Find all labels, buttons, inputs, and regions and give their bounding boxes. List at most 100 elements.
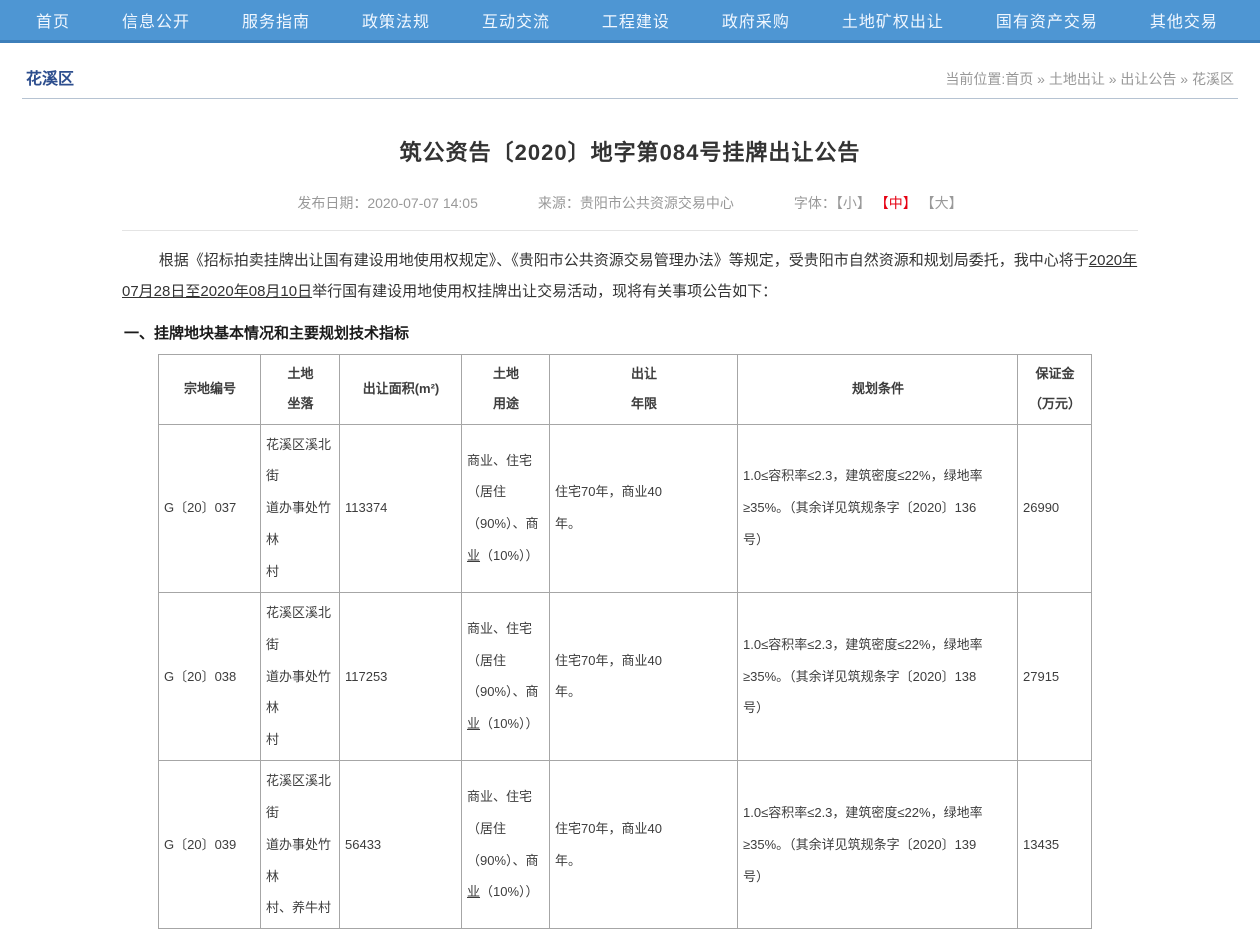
text-run: 举行国有建设用地使用权挂牌出让交易活动，现将有关事项公告如下： [312,283,777,300]
nav-item[interactable]: 首页 [36,8,70,32]
table-row: G〔20〕037 花溪区溪北街 道办事处竹林 村 113374 商业、住宅 （居住 （… [159,424,1092,592]
text-run: G〔20〕038 [164,669,236,684]
nav-item[interactable]: 工程建设 [602,8,670,32]
table-cell: G〔20〕037 [159,424,261,592]
column-header: 规划条件 [738,354,1018,424]
article-meta: 发布日期：2020-07-07 14:05 来源：贵阳市公共资源交易中心 字体：… [122,193,1138,231]
text-run: 住宅70年，商业40 年。 [555,821,662,868]
column-header: 土地 用途 [462,354,550,424]
source-value: 贵阳市公共资源交易中心 [580,195,734,211]
text-run: 花溪区溪北街 道办事处竹林 村 [266,605,331,747]
table-row: G〔20〕039 花溪区溪北街 道办事处竹林 村、养牛村 56433 商业、住宅 （居… [159,761,1092,929]
text-run: 商业、住宅 （居住 （90%）、商 [467,789,539,868]
table-cell: 113374 [340,424,462,592]
text-run: 1.0≤容积率≤2.3，建筑密度≤22%，绿地率 ≥35%。（其余详见筑规条字〔… [743,805,983,884]
text-run: 商业、住宅 （居住 （90%）、商 [467,453,539,532]
table-row: G〔20〕038 花溪区溪北街 道办事处竹林 村 117253 商业、住宅 （居住 （… [159,592,1092,760]
table-cell: 商业、住宅 （居住 （90%）、商 业（10%）） [462,424,550,592]
table-cell: 花溪区溪北街 道办事处竹林 村、养牛村 [261,761,340,929]
breadcrumb-bar: 花溪区 当前位置:首页 » 土地出让 » 出让公告 » 花溪区 [22,43,1238,99]
breadcrumb-link[interactable]: 土地出让 [1049,71,1105,87]
table-cell: 商业、住宅 （居住 （90%）、商 业（10%）） [462,761,550,929]
text-run: G〔20〕037 [164,500,236,515]
table-cell: 13435 [1018,761,1092,929]
text-run: 住宅70年，商业40 年。 [555,484,662,531]
column-header: 宗地编号 [159,354,261,424]
breadcrumb-separator: » [1105,71,1121,87]
table-cell: 花溪区溪北街 道办事处竹林 村 [261,592,340,760]
nav-item[interactable]: 信息公开 [122,8,190,32]
nav-items: 首页 信息公开 服务指南 政策法规 互动交流 工程建设 政府采购 土地矿权出让 国有资产交易 其他… [0,8,1260,32]
table-cell: 住宅70年，商业40 年。 [550,424,738,592]
text-run: 商业、住宅 （居住 （90%）、商 [467,621,539,700]
table-cell: 1.0≤容积率≤2.3，建筑密度≤22%，绿地率 ≥35%。（其余详见筑规条字〔… [738,592,1018,760]
region-title: 花溪区 [26,65,74,89]
font-medium-button[interactable]: 【中】 [875,195,917,211]
breadcrumb-link[interactable]: 出让公告 [1120,71,1176,87]
nav-item[interactable]: 互动交流 [482,8,550,32]
column-header: 出让面积(m²) [340,354,462,424]
table-cell: 1.0≤容积率≤2.3，建筑密度≤22%，绿地率 ≥35%。（其余详见筑规条字〔… [738,761,1018,929]
underlined-text: 业 [467,548,480,563]
nav-item[interactable]: 服务指南 [242,8,310,32]
text-run: 56433 [345,837,381,852]
breadcrumb-link[interactable]: 首页 [1005,71,1033,87]
column-header: 土地 坐落 [261,354,340,424]
text-run: 根据《招标拍卖挂牌出让国有建设用地使用权规定》、《贵阳市公共资源交易管理办法》等… [159,252,1089,269]
column-header: 保证金 （万元） [1018,354,1092,424]
table-cell: G〔20〕038 [159,592,261,760]
text-run: 花溪区溪北街 道办事处竹林 村 [266,437,331,579]
table-cell: 花溪区溪北街 道办事处竹林 村 [261,424,340,592]
table-cell: 1.0≤容积率≤2.3，建筑密度≤22%，绿地率 ≥35%。（其余详见筑规条字〔… [738,424,1018,592]
font-size-controls: 字体：【小】 【中】 【大】 [794,193,963,213]
font-large-button[interactable]: 【大】 [921,195,963,211]
section-heading: 一、挂牌地块基本情况和主要规划技术指标 [124,322,1138,343]
text-run: 117253 [345,669,387,684]
text-run: 住宅70年，商业40 年。 [555,653,662,700]
font-small-button[interactable]: 【小】 [836,195,871,211]
text-run: 113374 [345,500,387,515]
article: 筑公资告〔2020〕地字第084号挂牌出让公告 发布日期：2020-07-07 … [122,135,1138,929]
land-plots-table: 宗地编号土地 坐落出让面积(m²)土地 用途出让 年限规划条件保证金 （万元） … [158,354,1092,929]
table-cell: 26990 [1018,424,1092,592]
underlined-text: 业 [467,716,480,731]
text-run: 花溪区溪北街 道办事处竹林 村、养牛村 [266,773,331,915]
publish-date: 发布日期：2020-07-07 14:05 [297,193,478,213]
nav-item[interactable]: 土地矿权出让 [842,8,944,32]
breadcrumb: 当前位置:首页 » 土地出让 » 出让公告 » 花溪区 [945,69,1234,89]
column-header: 出让 年限 [550,354,738,424]
font-size-label: 字体： [794,195,836,211]
page-root: 首页 信息公开 服务指南 政策法规 互动交流 工程建设 政府采购 土地矿权出让 国有资产交易 其他… [0,0,1260,929]
source: 来源：贵阳市公共资源交易中心 [538,193,734,213]
text-run: G〔20〕039 [164,837,236,852]
breadcrumb-separator: » [1033,71,1049,87]
nav-item[interactable]: 政府采购 [722,8,790,32]
source-label: 来源： [538,195,580,211]
publish-date-label: 发布日期： [297,195,367,211]
text-run: （10%）） [480,716,539,731]
table-cell: 27915 [1018,592,1092,760]
table-cell: 住宅70年，商业40 年。 [550,761,738,929]
text-run: 1.0≤容积率≤2.3，建筑密度≤22%，绿地率 ≥35%。（其余详见筑规条字〔… [743,468,983,547]
text-run: 27915 [1023,669,1059,684]
text-run: 26990 [1023,500,1059,515]
table-header-row: 宗地编号土地 坐落出让面积(m²)土地 用途出让 年限规划条件保证金 （万元） [159,354,1092,424]
publish-date-value: 2020-07-07 14:05 [367,195,478,211]
table-cell: 117253 [340,592,462,760]
text-run: 13435 [1023,837,1059,852]
table-cell: 商业、住宅 （居住 （90%）、商 业（10%）） [462,592,550,760]
top-navigation: 首页 信息公开 服务指南 政策法规 互动交流 工程建设 政府采购 土地矿权出让 国有资产交易 其他… [0,0,1260,43]
breadcrumb-prefix: 当前位置: [945,71,1005,87]
nav-item[interactable]: 国有资产交易 [996,8,1098,32]
nav-item[interactable]: 其他交易 [1150,8,1218,32]
breadcrumb-separator: » [1176,71,1192,87]
text-run: 1.0≤容积率≤2.3，建筑密度≤22%，绿地率 ≥35%。（其余详见筑规条字〔… [743,637,983,716]
nav-item[interactable]: 政策法规 [362,8,430,32]
text-run: （10%）） [480,884,539,899]
table-cell: 住宅70年，商业40 年。 [550,592,738,760]
page-title: 筑公资告〔2020〕地字第084号挂牌出让公告 [122,135,1138,167]
breadcrumb-link[interactable]: 花溪区 [1192,71,1234,87]
table-cell: 56433 [340,761,462,929]
announcement-paragraph: 根据《招标拍卖挂牌出让国有建设用地使用权规定》、《贵阳市公共资源交易管理办法》等… [122,246,1138,308]
underlined-text: 业 [467,884,480,899]
